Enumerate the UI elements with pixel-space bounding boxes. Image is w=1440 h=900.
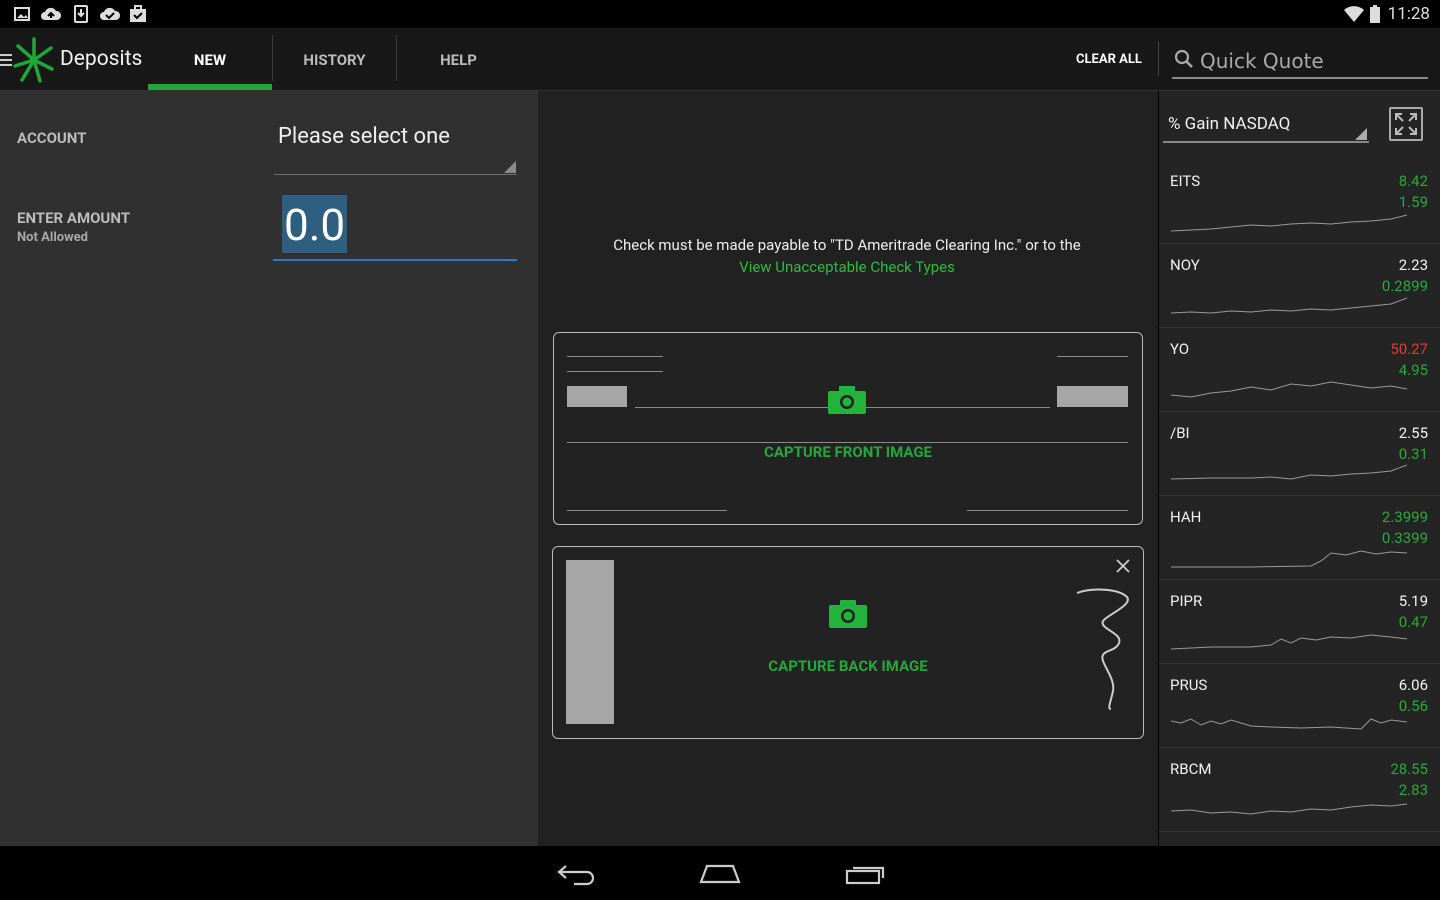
watchlist-row[interactable]: YO 50.27 4.95	[1159, 327, 1440, 412]
dropdown-triangle-icon	[1355, 128, 1367, 140]
capture-back-label: CAPTURE BACK IMAGE	[768, 657, 928, 675]
divider	[1158, 42, 1159, 76]
sparkline	[1171, 550, 1407, 568]
tab-help[interactable]: HELP	[397, 28, 520, 90]
sparkline	[1171, 297, 1407, 314]
logo-icon[interactable]	[12, 36, 56, 84]
sparkline	[1171, 634, 1407, 650]
signature-icon	[1076, 588, 1129, 710]
tab-new[interactable]: NEW	[148, 28, 272, 90]
watchlist-row[interactable]: PRUS 6.06 0.56	[1159, 663, 1440, 748]
symbol: HAH	[1170, 508, 1202, 526]
endorsement-area	[566, 560, 614, 724]
briefcase-check-icon	[130, 5, 146, 22]
watchlist-row[interactable]: NOY 2.23 0.2899	[1159, 243, 1440, 328]
search-icon	[1174, 49, 1193, 68]
amount-sublabel: Not Allowed	[17, 230, 88, 245]
camera-icon	[829, 600, 867, 628]
wifi-icon	[1344, 6, 1364, 22]
symbol: YO	[1170, 340, 1190, 358]
sparkline	[1171, 718, 1407, 730]
watchlist-row[interactable]: EITS 8.42 1.59	[1159, 159, 1440, 244]
price: 2.55	[1398, 424, 1428, 442]
sparkline	[1171, 214, 1407, 232]
price: 8.42	[1398, 172, 1428, 190]
sparkline	[1171, 803, 1407, 815]
watchlist-select-value: % Gain NASDAQ	[1168, 114, 1291, 134]
symbol: PIPR	[1170, 592, 1203, 610]
price: 50.27	[1390, 340, 1428, 358]
check-line	[567, 510, 727, 511]
amount-value: 0.0	[282, 195, 348, 253]
image-icon	[14, 7, 30, 21]
price: 6.06	[1398, 676, 1428, 694]
unacceptable-check-types-link[interactable]: View Unacceptable Check Types	[558, 258, 1136, 276]
close-icon[interactable]	[1116, 559, 1130, 573]
watchlist-row[interactable]: HAH 2.3999 0.3399	[1159, 495, 1440, 580]
watchlist-row[interactable]: RBCM 28.55 2.83	[1159, 747, 1440, 832]
navigation-bar	[0, 846, 1440, 900]
account-select-value: Please select one	[278, 124, 450, 149]
watchlist-row[interactable]: PIPR 5.19 0.47	[1159, 579, 1440, 664]
capture-back-card[interactable]: CAPTURE BACK IMAGE	[552, 546, 1144, 739]
price: 5.19	[1398, 592, 1428, 610]
check-placeholder-box	[1057, 386, 1128, 407]
recent-apps-icon[interactable]	[845, 862, 887, 886]
payee-instruction: Check must be made payable to "TD Amerit…	[613, 236, 1081, 254]
menu-icon[interactable]	[0, 52, 12, 68]
battery-icon	[1370, 5, 1380, 23]
active-tab-indicator	[148, 84, 272, 90]
symbol: RBCM	[1170, 760, 1212, 778]
watchlist-select[interactable]: % Gain NASDAQ	[1163, 108, 1369, 143]
symbol: PRUS	[1170, 676, 1208, 694]
status-bar: 11:28	[0, 0, 1440, 28]
tab-history[interactable]: HISTORY	[273, 28, 396, 90]
check-placeholder-box	[567, 386, 627, 407]
dropdown-triangle-icon	[504, 161, 516, 173]
symbol: /BI	[1170, 424, 1190, 442]
price: 2.3999	[1381, 508, 1428, 526]
quick-quote-input[interactable]	[1198, 46, 1427, 76]
watchlist-row[interactable]: /BI 2.55 0.31	[1159, 411, 1440, 496]
check-line	[1057, 356, 1128, 357]
account-label: ACCOUNT	[17, 129, 87, 147]
download-icon	[74, 5, 88, 23]
amount-label: ENTER AMOUNT	[17, 209, 130, 227]
symbol: EITS	[1170, 172, 1201, 190]
home-icon[interactable]	[699, 862, 741, 886]
fullscreen-icon	[1395, 113, 1417, 135]
cloud-check-icon	[100, 7, 121, 20]
sparkline	[1171, 464, 1407, 480]
clear-all-button[interactable]: CLEAR ALL	[1076, 52, 1142, 67]
sparkline	[1171, 381, 1407, 398]
check-line	[567, 356, 663, 357]
app-title: Deposits	[60, 47, 143, 71]
amount-input[interactable]: 0.0	[273, 192, 517, 261]
camera-icon	[828, 386, 866, 414]
account-select[interactable]: Please select one	[274, 118, 517, 175]
price: 28.55	[1390, 760, 1428, 778]
clock: 11:28	[1387, 4, 1430, 24]
capture-front-card[interactable]: CAPTURE FRONT IMAGE	[553, 332, 1143, 525]
check-line	[567, 371, 663, 372]
quick-quote-field[interactable]	[1172, 45, 1428, 79]
back-icon[interactable]	[556, 862, 596, 886]
cloud-upload-icon	[41, 7, 62, 20]
capture-front-label: CAPTURE FRONT IMAGE	[764, 443, 932, 461]
expand-button[interactable]	[1389, 107, 1423, 141]
symbol: NOY	[1170, 256, 1200, 274]
check-line	[967, 510, 1128, 511]
price: 2.23	[1398, 256, 1428, 274]
